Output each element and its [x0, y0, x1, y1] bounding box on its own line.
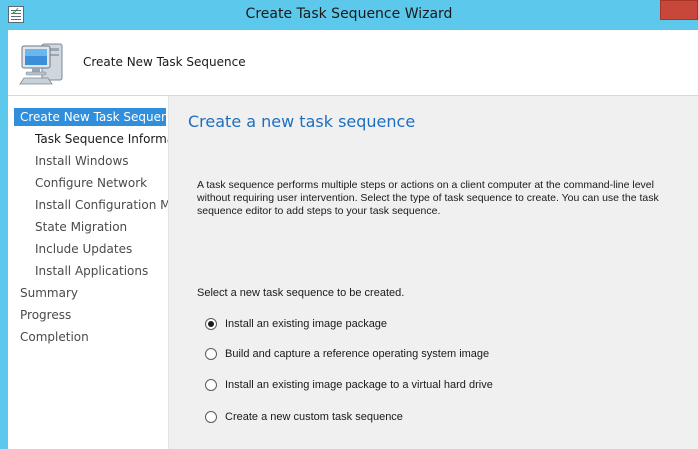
option-label[interactable]: Create a new custom task sequence — [225, 411, 403, 423]
radio-button[interactable] — [205, 411, 217, 423]
option-label[interactable]: Install an existing image package to a v… — [225, 379, 493, 391]
window-title: Create Task Sequence Wizard — [245, 6, 453, 22]
sidebar-item-summary[interactable]: Summary — [20, 284, 168, 302]
sidebar-item-install-configuration-manager[interactable]: Install Configuration Manager — [35, 196, 168, 214]
sidebar-item-progress[interactable]: Progress — [20, 306, 168, 324]
option-custom-task-sequence[interactable]: Create a new custom task sequence — [205, 409, 403, 425]
radio-button[interactable] — [205, 348, 217, 360]
sidebar-item-state-migration[interactable]: State Migration — [35, 218, 168, 236]
title-bar[interactable]: Create Task Sequence Wizard — [0, 0, 698, 30]
page-description: A task sequence performs multiple steps … — [197, 179, 659, 217]
sidebar-item-install-windows[interactable]: Install Windows — [35, 152, 168, 170]
option-build-and-capture[interactable]: Build and capture a reference operating … — [205, 346, 489, 362]
option-label[interactable]: Install an existing image package — [225, 318, 387, 330]
wizard-step-sidebar: Create New Task Sequence Task Sequence I… — [8, 96, 168, 449]
wizard-header: Create New Task Sequence — [8, 30, 698, 96]
computer-icon — [19, 43, 63, 85]
option-install-to-vhd[interactable]: Install an existing image package to a v… — [205, 377, 493, 393]
sidebar-item-completion[interactable]: Completion — [20, 328, 168, 346]
sidebar-item-install-applications[interactable]: Install Applications — [35, 262, 168, 280]
option-label[interactable]: Build and capture a reference operating … — [225, 348, 489, 360]
radio-button-selected[interactable] — [205, 318, 217, 330]
header-title: Create New Task Sequence — [83, 55, 246, 69]
radio-button[interactable] — [205, 379, 217, 391]
sidebar-item-create-new-task-sequence[interactable]: Create New Task Sequence — [14, 108, 166, 126]
sidebar-item-task-sequence-information[interactable]: Task Sequence Information — [35, 130, 168, 148]
sidebar-item-configure-network[interactable]: Configure Network — [35, 174, 168, 192]
option-install-existing-image[interactable]: Install an existing image package — [205, 316, 387, 332]
wizard-window: Create Task Sequence Wizard Create New T… — [0, 0, 698, 449]
page-title: Create a new task sequence — [188, 112, 416, 131]
sidebar-item-include-updates[interactable]: Include Updates — [35, 240, 168, 258]
wizard-content-pane: Create a new task sequence A task sequen… — [168, 96, 698, 449]
close-button[interactable] — [660, 0, 698, 20]
task-sequence-type-label: Select a new task sequence to be created… — [197, 287, 405, 299]
